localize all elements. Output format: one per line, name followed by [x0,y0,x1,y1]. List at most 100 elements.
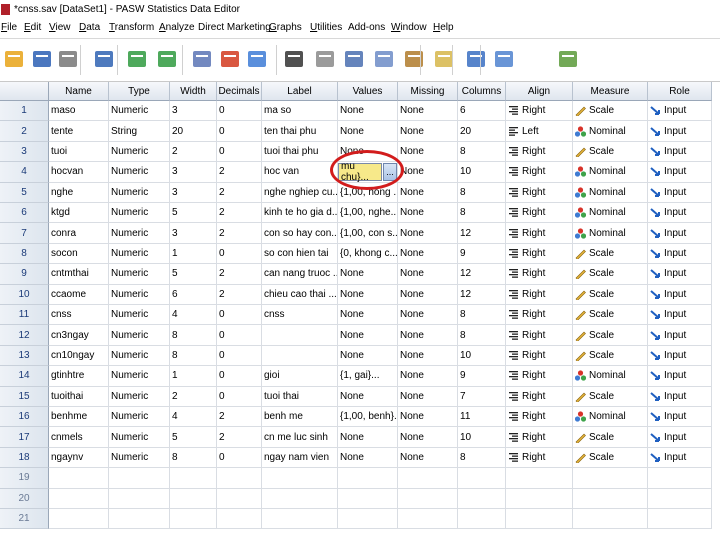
cell-measure[interactable]: Scale [573,325,648,346]
cell-empty[interactable] [458,509,506,530]
cell-role[interactable]: Input [648,305,712,326]
menu-view[interactable]: View [49,22,71,33]
column-header-decimals[interactable]: Decimals [217,82,262,101]
menu-utilities[interactable]: Utilities [310,22,342,33]
cell-name[interactable]: gtinhtre [49,366,109,387]
column-header-type[interactable]: Type [109,82,170,101]
row-number[interactable]: 14 [0,366,49,387]
row-number[interactable]: 16 [0,407,49,428]
cell-measure[interactable]: Nominal [573,121,648,142]
cell-decimals[interactable]: 2 [217,203,262,224]
row-number-empty[interactable]: 21 [0,509,49,530]
cell-empty[interactable] [338,488,398,509]
row-number[interactable]: 4 [0,162,49,183]
cell-role[interactable]: Input [648,223,712,244]
cell-decimals[interactable]: 2 [217,264,262,285]
cell-empty[interactable] [573,488,648,509]
cell-label[interactable]: chieu cao thai ... [262,284,338,305]
cell-type[interactable]: Numeric [109,223,170,244]
cell-decimals[interactable]: 2 [217,284,262,305]
cell-name[interactable]: ngaynv [49,447,109,469]
cell-label[interactable] [262,325,338,346]
cell-role[interactable]: Input [648,101,712,122]
cell-align[interactable]: Right [506,447,573,469]
cell-values[interactable]: None [338,427,398,448]
cell-empty[interactable] [338,509,398,530]
cell-width[interactable]: 4 [170,407,217,428]
cell-missing[interactable]: None [398,407,458,428]
cell-empty[interactable] [109,468,170,489]
cell-empty[interactable] [170,488,217,509]
cell-name[interactable]: nghe [49,182,109,203]
cell-columns[interactable]: 12 [458,284,506,305]
cell-missing[interactable]: None [398,101,458,122]
cell-decimals[interactable]: 0 [217,305,262,326]
cell-empty[interactable] [648,488,712,509]
cell-empty[interactable] [506,468,573,489]
cell-role[interactable]: Input [648,141,712,163]
cell-label[interactable]: cnss [262,305,338,326]
cell-missing[interactable]: None [398,162,458,183]
cell-type[interactable]: Numeric [109,345,170,367]
cell-type[interactable]: Numeric [109,141,170,163]
cell-missing[interactable]: None [398,223,458,244]
cell-align[interactable]: Right [506,141,573,163]
cell-width[interactable]: 4 [170,305,217,326]
cell-name[interactable]: conra [49,223,109,244]
cell-width[interactable]: 2 [170,141,217,163]
cell-role[interactable]: Input [648,366,712,387]
cell-missing[interactable]: None [398,121,458,142]
row-number[interactable]: 3 [0,141,49,163]
cell-values[interactable]: {1,00, benh}... [338,407,398,428]
cell-values[interactable]: None [338,284,398,305]
cell-name[interactable]: tuoi [49,141,109,163]
cell-width[interactable]: 8 [170,325,217,346]
variables-icon[interactable] [245,47,269,71]
cell-role[interactable]: Input [648,447,712,469]
cell-type[interactable]: Numeric [109,427,170,448]
menu-file[interactable]: File [1,22,17,33]
cell-label[interactable]: ngay nam vien [262,447,338,469]
cell-values[interactable]: {1,00, nong ... [338,182,398,203]
cell-missing[interactable]: None [398,141,458,163]
cell-decimals[interactable]: 2 [217,162,262,183]
cell-measure[interactable]: Nominal [573,162,648,183]
cell-missing[interactable]: None [398,325,458,346]
cell-align[interactable]: Right [506,325,573,346]
cell-columns[interactable]: 8 [458,141,506,163]
cell-missing[interactable]: None [398,203,458,224]
row-number-empty[interactable]: 19 [0,468,49,489]
cell-measure[interactable]: Nominal [573,407,648,428]
use-sets-icon[interactable] [492,47,516,71]
cell-empty[interactable] [217,468,262,489]
cell-width[interactable]: 20 [170,121,217,142]
cell-type[interactable]: String [109,121,170,142]
insert-cases-icon[interactable] [313,47,337,71]
column-header-values[interactable]: Values [338,82,398,101]
cell-width[interactable]: 6 [170,284,217,305]
cell-type[interactable]: Numeric [109,243,170,265]
cell-empty[interactable] [506,509,573,530]
redo-icon[interactable] [155,47,179,71]
values-edit-cell[interactable]: mu chu}... [338,161,382,183]
cell-columns[interactable]: 8 [458,325,506,346]
cell-width[interactable]: 1 [170,366,217,387]
open-folder-icon[interactable] [2,47,26,71]
cell-missing[interactable]: None [398,243,458,265]
cell-empty[interactable] [648,509,712,530]
cell-type[interactable]: Numeric [109,264,170,285]
cell-empty[interactable] [573,468,648,489]
cell-label[interactable]: nghe nghiep cu... [262,182,338,203]
cell-decimals[interactable]: 2 [217,427,262,448]
cell-label[interactable]: kinh te ho gia d... [262,203,338,224]
goto-variable-icon[interactable] [218,47,242,71]
cell-align[interactable]: Right [506,203,573,224]
cell-align[interactable]: Right [506,345,573,367]
cell-align[interactable]: Right [506,162,573,183]
cell-values[interactable]: {1,00, nghe... [338,203,398,224]
cell-type[interactable]: Numeric [109,162,170,183]
menu-data[interactable]: Data [79,22,100,33]
menu-edit[interactable]: Edit [24,22,41,33]
cell-empty[interactable] [458,488,506,509]
cell-empty[interactable] [262,509,338,530]
